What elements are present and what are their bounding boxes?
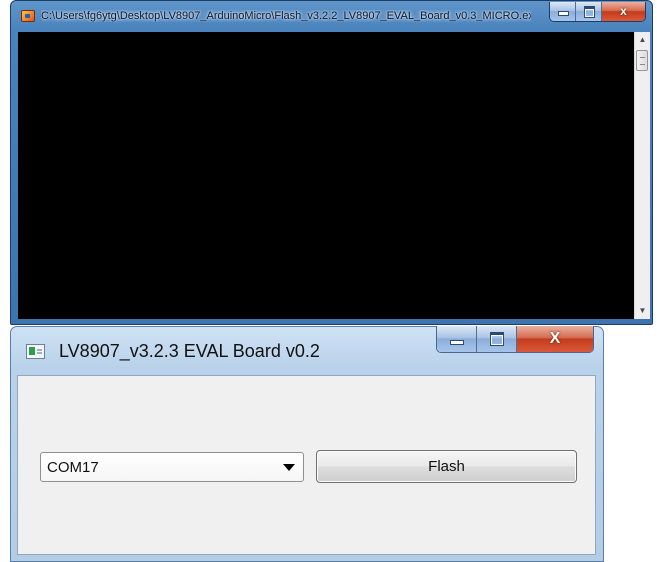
window-close-button[interactable]: X: [517, 326, 593, 352]
console-close-button[interactable]: x: [602, 2, 645, 21]
console-maximize-button[interactable]: [576, 2, 602, 21]
console-scrollbar[interactable]: ▲ ▼: [634, 32, 650, 319]
window-caption-buttons: X: [436, 326, 594, 353]
dropdown-arrow-icon[interactable]: [283, 464, 295, 471]
console-output[interactable]: [18, 32, 634, 319]
console-titlebar[interactable]: C:\Users\fg6ytg\Desktop\LV8907_ArduinoMi…: [11, 1, 652, 32]
close-icon: x: [620, 4, 627, 18]
com-port-select[interactable]: COM17: [40, 452, 304, 482]
minimize-icon: [557, 11, 569, 16]
maximize-icon: [583, 6, 595, 18]
window-minimize-button[interactable]: [437, 326, 477, 352]
console-window: C:\Users\fg6ytg\Desktop\LV8907_ArduinoMi…: [10, 0, 653, 325]
scroll-down-arrow-icon[interactable]: ▼: [635, 303, 650, 319]
window-maximize-button[interactable]: [477, 326, 517, 352]
window-title: LV8907_v3.2.3 EVAL Board v0.2: [59, 341, 320, 361]
flash-button-label: Flash: [428, 458, 465, 475]
console-app-icon[interactable]: [21, 10, 35, 22]
console-caption-buttons: x: [549, 2, 646, 22]
minimize-icon: [449, 340, 464, 345]
window-app-icon[interactable]: [26, 344, 45, 359]
close-icon: X: [549, 330, 561, 347]
flasher-window: LV8907_v3.2.3 EVAL Board v0.2 X COM17 Fl…: [10, 326, 604, 562]
console-minimize-button[interactable]: [550, 2, 576, 21]
flash-button[interactable]: Flash: [316, 450, 577, 483]
console-title: C:\Users\fg6ytg\Desktop\LV8907_ArduinoMi…: [41, 10, 531, 22]
scrollbar-thumb[interactable]: [636, 50, 648, 71]
maximize-icon: [489, 332, 504, 346]
window-client-area: COM17 Flash: [17, 375, 596, 555]
com-port-value: COM17: [47, 459, 99, 476]
scroll-up-arrow-icon[interactable]: ▲: [635, 32, 650, 48]
